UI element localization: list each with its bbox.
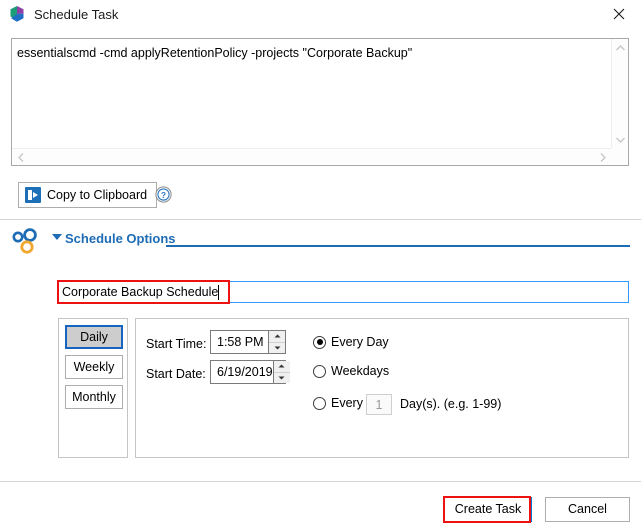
start-date-field[interactable]: 6/19/2019 (210, 360, 290, 384)
stepper-up-icon[interactable] (274, 361, 290, 372)
footer-divider (0, 481, 641, 482)
close-icon[interactable] (596, 0, 641, 28)
radio-indicator (313, 396, 326, 410)
frequency-button-monthly[interactable]: Monthly (65, 385, 123, 409)
scrollbar-corner (611, 148, 628, 165)
start-time-value: 1:58 PM (217, 335, 264, 349)
task-name-input[interactable] (57, 281, 629, 303)
cancel-button[interactable]: Cancel (545, 497, 630, 522)
help-question-icon[interactable]: ? (155, 186, 172, 203)
radio-indicator (313, 335, 326, 349)
stepper-up-icon[interactable] (269, 331, 285, 342)
start-time-label: Start Time: (146, 337, 207, 351)
app-logo-icon (8, 5, 26, 23)
start-time-stepper[interactable] (268, 331, 285, 353)
scroll-left-icon[interactable] (12, 149, 29, 166)
radio-weekdays-label: Weekdays (331, 364, 390, 378)
chevron-down-icon[interactable] (52, 234, 62, 240)
copy-to-clipboard-button[interactable]: Copy to Clipboard (18, 182, 158, 208)
radio-every-n-days[interactable]: Every (313, 396, 363, 410)
create-task-button[interactable]: Create Task (444, 497, 532, 522)
every-interval-suffix: Day(s). (e.g. 1-99) (400, 397, 502, 411)
scroll-up-icon[interactable] (612, 39, 629, 56)
stepper-down-icon[interactable] (269, 341, 285, 354)
start-date-value: 6/19/2019 (217, 365, 273, 379)
text-caret (218, 285, 219, 300)
copy-to-clipboard-label: Copy to Clipboard (47, 188, 148, 202)
every-interval-input[interactable] (366, 394, 392, 415)
window-title: Schedule Task (34, 6, 119, 22)
section-top-divider (0, 219, 641, 220)
command-text: essentialscmd -cmd applyRetentionPolicy … (17, 46, 413, 60)
frequency-button-daily[interactable]: Daily (65, 325, 123, 349)
start-time-field[interactable]: 1:58 PM (210, 330, 286, 354)
clipboard-icon (25, 187, 41, 203)
command-textarea[interactable]: essentialscmd -cmd applyRetentionPolicy … (11, 38, 629, 166)
section-title[interactable]: Schedule Options (65, 231, 176, 246)
radio-indicator (313, 364, 326, 378)
horizontal-scrollbar[interactable] (12, 148, 611, 165)
frequency-panel: Daily Weekly Monthly (58, 318, 128, 458)
section-underline (166, 245, 630, 247)
start-date-label: Start Date: (146, 367, 206, 381)
svg-text:?: ? (161, 190, 166, 200)
scroll-down-icon[interactable] (612, 131, 629, 148)
vertical-scrollbar[interactable] (611, 39, 628, 148)
start-date-stepper[interactable] (272, 361, 290, 384)
frequency-button-weekly[interactable]: Weekly (65, 355, 123, 379)
radio-weekdays[interactable]: Weekdays (313, 364, 389, 378)
gears-icon (9, 227, 47, 257)
scroll-right-icon[interactable] (594, 149, 611, 166)
title-bar: Schedule Task (0, 0, 641, 28)
stepper-down-icon[interactable] (273, 371, 290, 384)
radio-every-day-label: Every Day (331, 335, 389, 349)
radio-every-label: Every (331, 396, 363, 410)
radio-every-day[interactable]: Every Day (313, 335, 389, 349)
